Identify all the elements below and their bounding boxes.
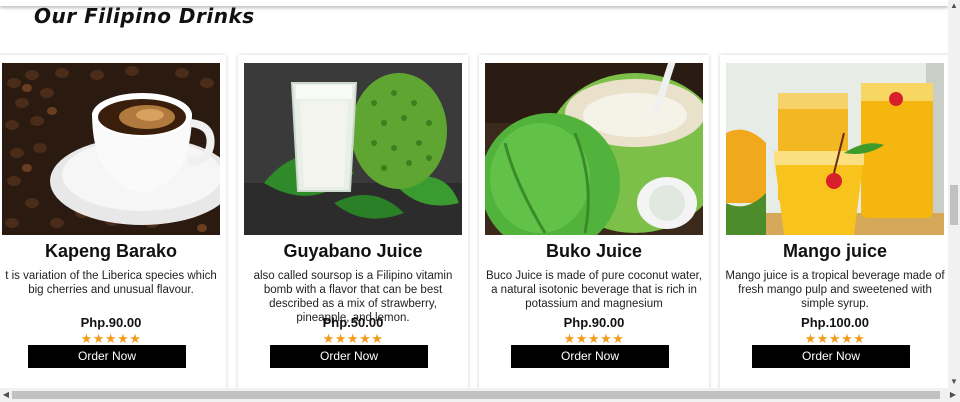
order-now-button[interactable]: Order Now: [511, 345, 669, 368]
scroll-down-icon[interactable]: ▼: [949, 377, 959, 387]
horizontal-scrollbar[interactable]: ◀ ▶: [0, 388, 960, 402]
soursop-juice-image: [244, 63, 462, 235]
order-now-button[interactable]: Order Now: [28, 345, 186, 368]
mango-juice-image: [726, 63, 944, 235]
product-price: Php.90.00: [563, 315, 625, 330]
product-name: Kapeng Barako: [44, 241, 178, 261]
scroll-left-icon[interactable]: ◀: [1, 390, 11, 400]
horizontal-scroll-thumb[interactable]: [12, 391, 940, 399]
section-title: Our Filipino Drinks: [34, 4, 255, 28]
product-price: Php.90.00: [80, 315, 142, 330]
order-now-button[interactable]: Order Now: [752, 345, 910, 368]
scroll-right-icon[interactable]: ▶: [948, 390, 958, 400]
vertical-scrollbar[interactable]: ▲ ▼: [948, 0, 960, 388]
product-description: Mango juice is a tropical beverage made …: [725, 270, 945, 310]
product-name: Buko Juice: [545, 241, 643, 261]
product-description: Buco Juice is made of pure coconut water…: [485, 270, 703, 310]
vertical-scroll-thumb[interactable]: [950, 185, 958, 225]
product-name: Mango juice: [782, 241, 887, 261]
order-now-button[interactable]: Order Now: [270, 345, 428, 368]
page-content: Our Filipino Drinks Kapeng Barako t is v…: [0, 0, 948, 388]
product-description: t is variation of the Liberica species w…: [5, 270, 217, 296]
coconut-image: [485, 63, 703, 235]
coffee-cup-image: [2, 63, 220, 235]
product-name: Guyabano Juice: [283, 241, 423, 261]
product-price: Php.50.00: [322, 315, 384, 330]
product-card: Buko Juice Buco Juice is made of pure co…: [479, 55, 709, 388]
product-card: Guyabano Juice also called soursop is a …: [238, 55, 468, 388]
product-card: Mango juice Mango juice is a tropical be…: [720, 55, 948, 388]
scroll-up-icon[interactable]: ▲: [949, 1, 959, 11]
product-card: Kapeng Barako t is variation of the Libe…: [0, 55, 226, 388]
product-price: Php.100.00: [801, 315, 869, 330]
product-list: Kapeng Barako t is variation of the Libe…: [0, 55, 948, 388]
